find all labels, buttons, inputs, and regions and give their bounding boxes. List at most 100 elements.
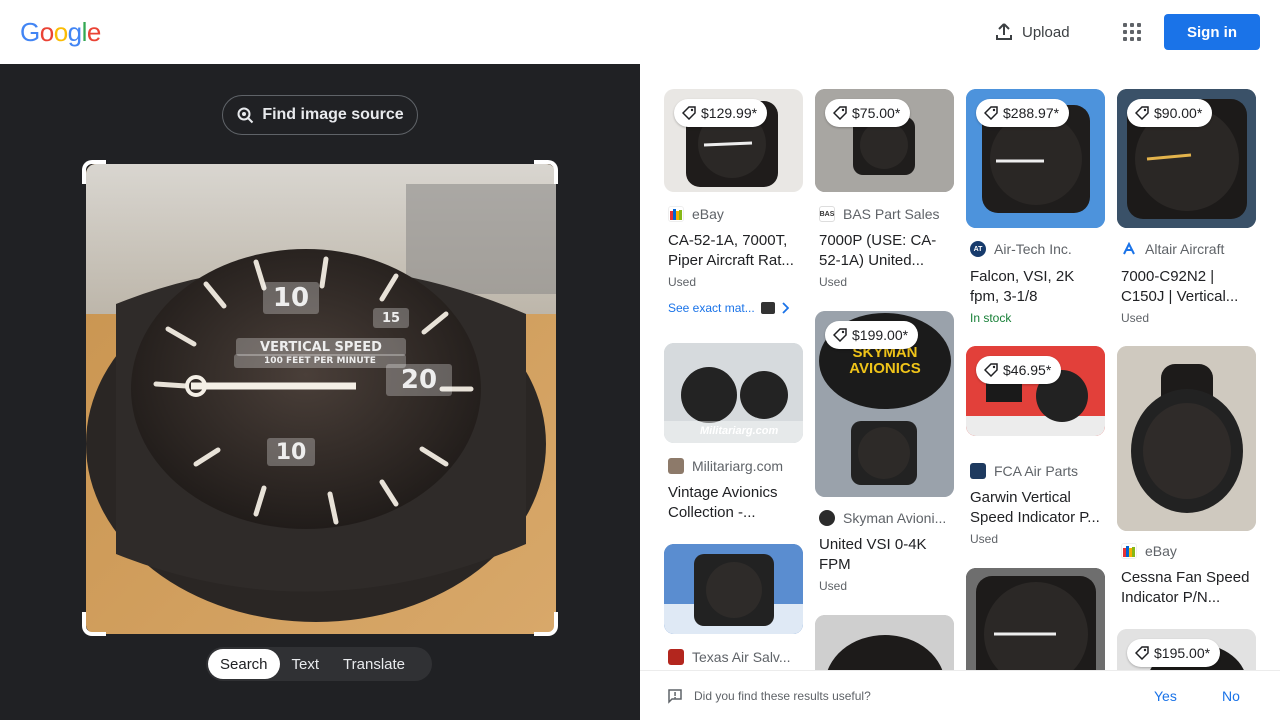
- feedback-yes-button[interactable]: Yes: [1154, 688, 1177, 704]
- see-exact-matches-link[interactable]: See exact mat...: [668, 301, 789, 315]
- source-name: eBay: [692, 206, 724, 222]
- price-tag-icon: [833, 106, 847, 120]
- bas-favicon: BAS: [819, 206, 835, 222]
- result-source[interactable]: eBay: [668, 206, 724, 222]
- detected-text-box[interactable]: 15: [373, 308, 409, 328]
- thumbnail-watermark: SKYMAN AVIONICS: [849, 344, 921, 377]
- result-source[interactable]: AT Air-Tech Inc.: [970, 241, 1072, 257]
- exact-matches-label: See exact mat...: [668, 301, 755, 315]
- result-card[interactable]: $195.00*: [1117, 629, 1256, 670]
- result-title[interactable]: CA-52-1A, 7000T, Piper Aircraft Rat...: [668, 231, 800, 271]
- result-card[interactable]: [966, 568, 1105, 670]
- result-card[interactable]: Militariarg.com Militariarg.com Vintage …: [664, 343, 803, 521]
- mode-text[interactable]: Text: [280, 649, 332, 679]
- upload-label: Upload: [1022, 23, 1070, 41]
- mode-translate[interactable]: Translate: [331, 649, 417, 679]
- mode-search[interactable]: Search: [208, 649, 280, 679]
- result-card[interactable]: Texas Air Salv...: [664, 544, 803, 665]
- result-condition: Used: [1121, 311, 1150, 325]
- result-title[interactable]: United VSI 0-4K FPM: [819, 535, 951, 575]
- crop-handle-bottom-left[interactable]: [82, 612, 106, 636]
- result-thumbnail[interactable]: [1117, 346, 1256, 531]
- result-title[interactable]: Cessna Fan Speed Indicator P/N...: [1121, 568, 1253, 608]
- sign-in-button[interactable]: Sign in: [1164, 14, 1260, 50]
- gauge-thumbnail: [815, 615, 954, 670]
- detected-text-box[interactable]: 10: [267, 438, 315, 466]
- crop-handle-top-right[interactable]: [534, 160, 558, 184]
- query-image-panel: Find image source 10 15 VERTICAL SPEED 1…: [0, 64, 640, 720]
- upload-button[interactable]: Upload: [984, 12, 1080, 52]
- result-thumbnail[interactable]: [664, 544, 803, 634]
- result-source[interactable]: Altair Aircraft: [1121, 241, 1224, 257]
- result-title[interactable]: 7000P (USE: CA-52-1A) United...: [819, 231, 951, 271]
- crop-handle-bottom-right[interactable]: [534, 612, 558, 636]
- result-card[interactable]: $75.00* BAS BAS Part Sales 7000P (USE: C…: [815, 89, 954, 289]
- result-condition: Used: [819, 579, 848, 593]
- result-title[interactable]: 7000-C92N2 | C150J | Vertical...: [1121, 267, 1253, 307]
- result-title[interactable]: Falcon, VSI, 2K fpm, 3-1/8: [970, 267, 1102, 307]
- result-thumbnail[interactable]: $90.00*: [1117, 89, 1256, 228]
- price-chip: $288.97*: [976, 99, 1070, 127]
- price-value: $195.00*: [1154, 645, 1211, 661]
- crop-handle-top-left[interactable]: [82, 160, 106, 184]
- price-chip: $90.00*: [1127, 99, 1213, 127]
- result-card[interactable]: $288.97* AT Air-Tech Inc. Falcon, VSI, 2…: [966, 89, 1105, 325]
- result-thumbnail[interactable]: $75.00*: [815, 89, 954, 192]
- price-value: $46.95*: [1003, 362, 1052, 378]
- price-tag-icon: [1135, 646, 1149, 660]
- ebay-favicon: [1121, 543, 1137, 559]
- result-condition: Used: [970, 532, 999, 546]
- result-card[interactable]: [815, 615, 954, 670]
- detected-text-box[interactable]: 20: [386, 364, 452, 396]
- result-card[interactable]: eBay Cessna Fan Speed Indicator P/N...: [1117, 346, 1256, 606]
- detected-text-box[interactable]: 10: [263, 282, 319, 314]
- find-image-source-button[interactable]: Find image source: [222, 95, 418, 135]
- result-thumbnail[interactable]: $46.95*: [966, 346, 1105, 436]
- result-thumbnail[interactable]: [815, 615, 954, 670]
- feedback-no-button[interactable]: No: [1222, 688, 1240, 704]
- result-card[interactable]: $46.95* FCA Air Parts Garwin Vertical Sp…: [966, 346, 1105, 546]
- altair-favicon: [1121, 241, 1137, 257]
- find-image-source-label: Find image source: [262, 106, 404, 123]
- exact-match-thumb-icon: [760, 302, 775, 314]
- gauge-thumbnail: [664, 544, 803, 634]
- query-image[interactable]: 10 15 VERTICAL SPEED 100 FEET PER MINUTE…: [86, 164, 556, 634]
- price-tag-icon: [1135, 106, 1149, 120]
- google-logo[interactable]: Google: [20, 18, 101, 46]
- price-value: $90.00*: [1154, 105, 1203, 121]
- feedback-icon: [668, 689, 682, 704]
- result-title[interactable]: Vintage Avionics Collection -...: [668, 483, 800, 523]
- result-thumbnail[interactable]: $288.97*: [966, 89, 1105, 228]
- result-thumbnail[interactable]: Militariarg.com: [664, 343, 803, 443]
- result-card[interactable]: $129.99* eBay CA-52-1A, 7000T, Piper Air…: [664, 89, 803, 315]
- price-tag-icon: [984, 106, 998, 120]
- thumbnail-watermark: Militariarg.com: [700, 425, 779, 437]
- apps-button[interactable]: [1112, 12, 1152, 52]
- result-thumbnail[interactable]: $129.99*: [664, 89, 803, 192]
- result-thumbnail[interactable]: $195.00*: [1117, 629, 1256, 670]
- result-card[interactable]: SKYMAN AVIONICS $199.00* Skyman Avioni..…: [815, 311, 954, 593]
- result-source[interactable]: Texas Air Salv...: [668, 649, 791, 665]
- logo-letter: G: [20, 17, 40, 47]
- source-name: Texas Air Salv...: [692, 649, 791, 665]
- air-tech-favicon: AT: [970, 241, 986, 257]
- skyman-favicon: [819, 510, 835, 526]
- result-card[interactable]: $90.00* Altair Aircraft 7000-C92N2 | C15…: [1117, 89, 1256, 325]
- result-availability: In stock: [970, 311, 1012, 325]
- result-title[interactable]: Garwin Vertical Speed Indicator P...: [970, 488, 1102, 528]
- price-value: $199.00*: [852, 327, 909, 343]
- result-source[interactable]: Militariarg.com: [668, 458, 783, 474]
- result-source[interactable]: eBay: [1121, 543, 1177, 559]
- price-value: $288.97*: [1003, 105, 1060, 121]
- source-name: Altair Aircraft: [1145, 241, 1225, 257]
- result-thumbnail[interactable]: SKYMAN AVIONICS $199.00*: [815, 311, 954, 497]
- detected-text-box[interactable]: 100 FEET PER MINUTE: [234, 354, 406, 368]
- ebay-favicon: [668, 206, 684, 222]
- result-source[interactable]: Skyman Avioni...: [819, 510, 946, 526]
- result-source[interactable]: BAS BAS Part Sales: [819, 206, 940, 222]
- result-thumbnail[interactable]: [966, 568, 1105, 670]
- result-source[interactable]: FCA Air Parts: [970, 463, 1078, 479]
- price-chip: $129.99*: [674, 99, 768, 127]
- gauge-photo: [86, 164, 556, 634]
- source-name: FCA Air Parts: [994, 463, 1079, 479]
